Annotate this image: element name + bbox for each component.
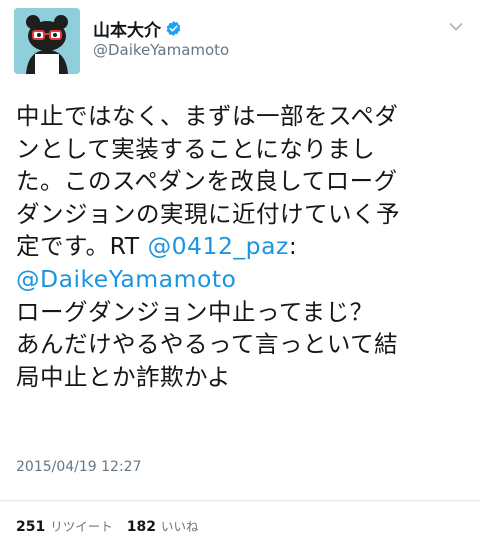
retweet-label[interactable]: リツイート <box>50 516 113 535</box>
tweet-line-mention: @DaikeYamamoto <box>16 263 471 296</box>
display-name[interactable]: 山本大介 <box>93 16 161 41</box>
quoted-line: あんだけやるやるって言っといて結 <box>16 330 399 359</box>
tweet-line: 中止ではなく、まずは一部をスペダ <box>16 102 399 130</box>
tweet-text: 中止ではなく、まずは一部をスペダ ンとして実装することになりまし た。このスペダ… <box>16 100 471 393</box>
tweet-header: 山本大介 @DaikeYamamoto <box>0 0 480 90</box>
timestamp[interactable]: 2015/04/19 12:27 <box>16 459 142 475</box>
like-count[interactable]: 182 <box>127 519 156 535</box>
tweet-line-rt: 定です。RT @0412_paz: <box>16 230 471 263</box>
mention-link[interactable]: @DaikeYamamoto <box>16 265 236 293</box>
like-label[interactable]: いいね <box>161 516 199 535</box>
avatar[interactable] <box>14 8 80 74</box>
mention-colon: : <box>288 232 298 261</box>
chevron-down-icon[interactable] <box>449 22 463 32</box>
tweet-stats: 251 リツイート 182 いいね <box>16 516 199 535</box>
bear-avatar-image <box>14 8 80 74</box>
retweet-count[interactable]: 251 <box>16 519 45 535</box>
tweet-line: た。このスペダンを改良してローグ <box>16 167 398 196</box>
user-handle[interactable]: @DaikeYamamoto <box>93 41 229 59</box>
verified-badge-icon <box>166 21 181 36</box>
tweet-line: ンとして実装することになりまし <box>16 134 376 163</box>
divider <box>0 500 480 501</box>
name-row: 山本大介 <box>93 16 182 41</box>
quoted-line: ローグダンジョン中止ってまじ？ <box>16 297 374 326</box>
quoted-line: 局中止とか詐欺かよ <box>16 362 231 391</box>
mention-link[interactable]: @0412_paz <box>148 232 289 260</box>
tweet-line: ダンジョンの実現に近付けていく予 <box>16 199 400 228</box>
tweet-line: 定です。RT <box>16 232 148 261</box>
